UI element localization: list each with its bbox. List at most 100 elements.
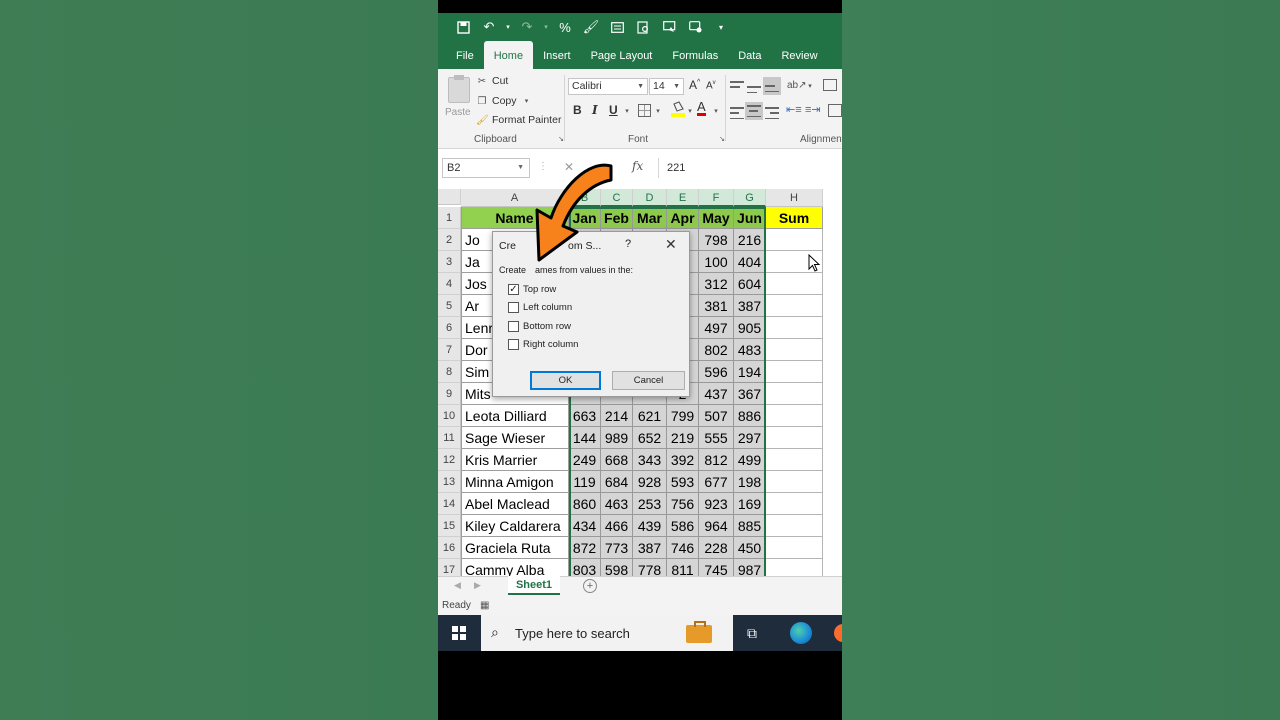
name-cell[interactable]: Leota Dilliard (461, 405, 569, 427)
windows-start-icon[interactable] (452, 626, 466, 640)
name-cell[interactable]: Cammy Alba (461, 559, 569, 576)
header-cell[interactable]: Mar (633, 207, 667, 229)
scroll-right-icon[interactable]: ▶ (474, 580, 481, 591)
sheet-tab-sheet1[interactable]: Sheet1 (508, 576, 560, 595)
data-cell[interactable]: 745 (699, 559, 734, 576)
data-cell[interactable]: 404 (734, 251, 766, 273)
data-cell[interactable]: 803 (569, 559, 601, 576)
header-cell[interactable]: Apr (667, 207, 699, 229)
scroll-left-icon[interactable]: ◀ (454, 580, 461, 591)
sum-cell[interactable] (766, 471, 823, 493)
formula-input[interactable]: 221 (658, 158, 842, 178)
task-view-icon[interactable]: ⧉ (747, 625, 757, 642)
row-header[interactable]: 17 (438, 559, 461, 576)
data-cell[interactable]: 886 (734, 405, 766, 427)
name-cell[interactable]: Kris Marrier (461, 449, 569, 471)
data-cell[interactable]: 905 (734, 317, 766, 339)
data-cell[interactable]: 596 (699, 361, 734, 383)
align-right-icon[interactable] (765, 107, 779, 119)
percent-icon[interactable]: % (554, 16, 576, 38)
row-header[interactable]: 6 (438, 317, 461, 339)
sum-cell[interactable] (766, 317, 823, 339)
sum-cell[interactable] (766, 361, 823, 383)
ok-button[interactable]: OK (530, 371, 601, 390)
undo-icon[interactable]: ↶ (478, 16, 500, 38)
column-header-h[interactable]: H (766, 189, 823, 207)
data-cell[interactable]: 312 (699, 273, 734, 295)
data-cell[interactable]: 434 (569, 515, 601, 537)
help-button[interactable]: ? (625, 238, 631, 250)
data-cell[interactable]: 119 (569, 471, 601, 493)
data-cell[interactable]: 249 (569, 449, 601, 471)
data-cell[interactable]: 756 (667, 493, 699, 515)
data-cell[interactable]: 668 (601, 449, 633, 471)
column-header-b[interactable]: B (569, 189, 601, 207)
data-cell[interactable]: 604 (734, 273, 766, 295)
customize-icon[interactable]: ▾ (710, 16, 732, 38)
sum-cell[interactable] (766, 559, 823, 576)
row-header[interactable]: 3 (438, 251, 461, 273)
sum-cell[interactable] (766, 383, 823, 405)
data-cell[interactable]: 773 (601, 537, 633, 559)
column-header-e[interactable]: E (667, 189, 699, 207)
data-cell[interactable]: 216 (734, 229, 766, 251)
name-box[interactable]: B2 ▼ (442, 158, 530, 178)
name-cell[interactable]: Sage Wieser (461, 427, 569, 449)
grow-font-button[interactable]: A^ (689, 78, 700, 92)
format-painter-icon[interactable]: 🖌 (580, 16, 602, 38)
data-cell[interactable]: 499 (734, 449, 766, 471)
header-cell[interactable]: Jun (734, 207, 766, 229)
row-header[interactable]: 5 (438, 295, 461, 317)
middle-align-icon[interactable] (747, 81, 761, 93)
data-cell[interactable]: 586 (667, 515, 699, 537)
data-cell[interactable]: 746 (667, 537, 699, 559)
chevron-down-icon[interactable]: ▾ (684, 107, 696, 115)
data-cell[interactable]: 652 (633, 427, 667, 449)
print-preview-icon[interactable] (632, 16, 654, 38)
column-header-c[interactable]: C (601, 189, 633, 207)
data-cell[interactable]: 802 (699, 339, 734, 361)
data-cell[interactable]: 367 (734, 383, 766, 405)
borders-icon[interactable] (638, 104, 651, 117)
data-cell[interactable]: 466 (601, 515, 633, 537)
tab-formulas[interactable]: Formulas (662, 41, 728, 69)
bold-button[interactable]: B (573, 103, 582, 117)
data-cell[interactable]: 860 (569, 493, 601, 515)
data-cell[interactable]: 964 (699, 515, 734, 537)
name-cell[interactable]: Minna Amigon (461, 471, 569, 493)
redo-icon[interactable]: ↷ (516, 16, 538, 38)
slideshow-icon[interactable] (658, 16, 680, 38)
tab-insert[interactable]: Insert (533, 41, 581, 69)
header-cell[interactable]: Name (461, 207, 569, 229)
dialog-launcher-icon[interactable]: ↘ (555, 135, 567, 143)
copy-button[interactable]: ❐ Copy ▾ (476, 95, 533, 107)
left-column-checkbox[interactable]: Left column (508, 302, 572, 313)
data-cell[interactable]: 439 (633, 515, 667, 537)
underline-button[interactable]: U (609, 103, 618, 117)
column-header-d[interactable]: D (633, 189, 667, 207)
column-header-a[interactable]: A (461, 189, 569, 207)
form-icon[interactable] (606, 16, 628, 38)
data-cell[interactable]: 497 (699, 317, 734, 339)
sum-cell[interactable] (766, 537, 823, 559)
merge-center-icon[interactable] (828, 104, 842, 117)
name-cell[interactable]: Graciela Ruta (461, 537, 569, 559)
row-header[interactable]: 12 (438, 449, 461, 471)
redo-dropdown-icon[interactable]: ▾ (542, 16, 550, 38)
data-cell[interactable]: 198 (734, 471, 766, 493)
row-header[interactable]: 4 (438, 273, 461, 295)
chevron-down-icon[interactable]: ▾ (804, 82, 816, 90)
select-all-corner[interactable] (438, 189, 461, 205)
sum-cell[interactable] (766, 493, 823, 515)
data-cell[interactable]: 253 (633, 493, 667, 515)
font-color-icon[interactable]: A (697, 100, 706, 116)
taskbar-search[interactable]: ⌕ Type here to search (481, 615, 733, 651)
enter-entry-icon[interactable]: ✓ (598, 160, 608, 174)
data-cell[interactable]: 228 (699, 537, 734, 559)
data-cell[interactable]: 214 (601, 405, 633, 427)
data-cell[interactable]: 194 (734, 361, 766, 383)
data-cell[interactable]: 437 (699, 383, 734, 405)
firefox-icon[interactable] (834, 624, 842, 642)
shrink-font-button[interactable]: Av (706, 80, 716, 91)
sum-cell[interactable] (766, 273, 823, 295)
